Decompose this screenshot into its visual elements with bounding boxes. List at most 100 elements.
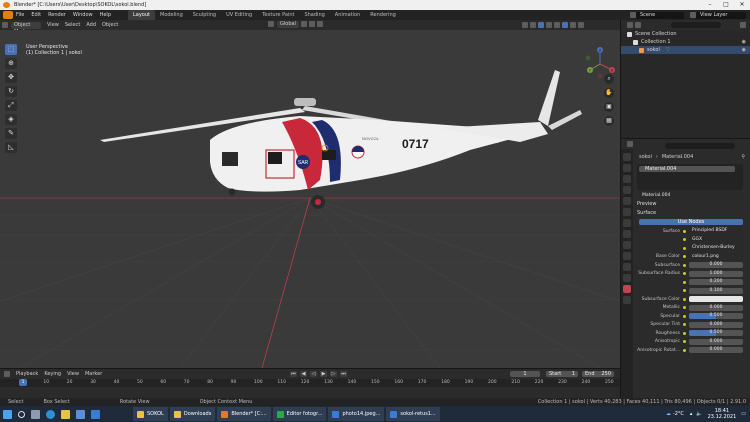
visibility-icon[interactable]: [522, 22, 528, 28]
notifications-icon[interactable]: ▭: [741, 411, 746, 417]
outliner-search[interactable]: [671, 22, 721, 28]
frame-ruler[interactable]: 1102030405060708090100110120130140150160…: [0, 379, 620, 387]
tab-sculpting[interactable]: Sculpting: [188, 10, 221, 20]
view-menu[interactable]: View: [47, 22, 59, 28]
visibility-eye-icon[interactable]: ◉: [742, 38, 746, 46]
tab-constraints-icon[interactable]: [623, 263, 631, 271]
taskbar-app[interactable]: SOKOL: [133, 407, 168, 421]
network-icon[interactable]: ▴: [690, 411, 693, 417]
tab-scene-icon[interactable]: [623, 197, 631, 205]
tab-tool-icon[interactable]: [623, 153, 631, 161]
start-frame-field[interactable]: Start 1: [546, 371, 578, 377]
weather-temp[interactable]: -2°C: [673, 411, 684, 417]
field-value[interactable]: colour1.png: [689, 253, 743, 260]
tab-modifier-icon[interactable]: [623, 230, 631, 238]
task-view-icon[interactable]: [31, 409, 40, 419]
menu-window[interactable]: Window: [73, 12, 93, 18]
socket-dot-icon[interactable]: [683, 314, 686, 318]
play-button[interactable]: ▶: [320, 371, 327, 377]
tab-modeling[interactable]: Modeling: [155, 10, 188, 20]
use-nodes-button[interactable]: Use Nodes: [639, 219, 743, 225]
socket-dot-icon[interactable]: [683, 340, 686, 344]
timeline-menu-view[interactable]: View: [67, 371, 79, 377]
field-value[interactable]: Christensen-Burley: [689, 245, 743, 252]
taskbar-app[interactable]: Blender* [C:...: [217, 407, 271, 421]
xray-icon[interactable]: [546, 22, 552, 28]
timeline-editor-type-icon[interactable]: [4, 371, 10, 377]
tab-output-icon[interactable]: [623, 175, 631, 183]
prev-keyframe-button[interactable]: ◀: [300, 371, 307, 377]
search-icon[interactable]: [18, 410, 25, 418]
socket-dot-icon[interactable]: [683, 238, 686, 242]
tab-layout[interactable]: Layout: [128, 10, 155, 20]
field-value[interactable]: 0.000: [689, 347, 743, 354]
socket-dot-icon[interactable]: [683, 331, 686, 335]
properties-editor-icon[interactable]: [627, 141, 633, 147]
outliner-collection-row[interactable]: Collection 1 ◉: [621, 38, 750, 46]
editor-type-icon[interactable]: [2, 22, 8, 28]
tab-particles-icon[interactable]: [623, 241, 631, 249]
next-keyframe-button[interactable]: ▷: [330, 371, 337, 377]
perspective-toggle-icon[interactable]: ▦: [604, 116, 614, 126]
minimize-button[interactable]: –: [702, 0, 718, 10]
pivot-icon[interactable]: [300, 21, 307, 27]
field-value[interactable]: 0.000: [689, 304, 743, 311]
surface-section[interactable]: Surface: [635, 209, 749, 218]
field-value[interactable]: 0.100: [689, 287, 743, 294]
menu-edit[interactable]: Edit: [31, 12, 41, 18]
taskbar-app[interactable]: Editor fotogr...: [272, 407, 327, 421]
outliner-scene-collection[interactable]: Scene Collection: [621, 30, 750, 38]
field-value[interactable]: 0.000: [689, 338, 743, 345]
close-button[interactable]: ✕: [734, 0, 750, 10]
scene-field[interactable]: Scene: [636, 11, 684, 19]
outliner-object-row[interactable]: sokol ▽ ◉: [621, 46, 750, 54]
taskbar-app[interactable]: Downloads: [169, 407, 216, 421]
edge-icon[interactable]: [46, 409, 55, 419]
jump-start-button[interactable]: ⏮: [290, 371, 297, 377]
shading-wireframe-icon[interactable]: [554, 22, 560, 28]
material-slot-item[interactable]: Material.004: [639, 165, 735, 172]
socket-dot-icon[interactable]: [683, 272, 686, 276]
visibility-eye-icon[interactable]: ◉: [742, 46, 746, 54]
socket-dot-icon[interactable]: [683, 263, 686, 267]
mail-icon[interactable]: [91, 409, 100, 419]
maximize-button[interactable]: □: [718, 0, 734, 10]
helicopter-model[interactable]: SAR 0717 NOVCOL: [0, 30, 620, 368]
windows-start-icon[interactable]: [3, 409, 12, 419]
outliner-editor-icon[interactable]: [627, 22, 633, 28]
select-menu[interactable]: Select: [65, 22, 80, 28]
shading-material-icon[interactable]: [570, 22, 576, 28]
field-value[interactable]: GGX: [689, 236, 743, 243]
cursor-tool[interactable]: ⊕: [5, 58, 17, 69]
taskbar-clock[interactable]: 18:41 23.12.2021: [708, 408, 737, 420]
mode-dropdown[interactable]: Object Mode: [11, 21, 41, 35]
field-value[interactable]: 0.500: [689, 330, 743, 337]
tab-render-icon[interactable]: [623, 164, 631, 172]
add-menu[interactable]: Add: [86, 22, 96, 28]
object-menu[interactable]: Object: [102, 22, 118, 28]
properties-search[interactable]: [665, 143, 735, 149]
menu-render[interactable]: Render: [48, 12, 66, 18]
tab-material-icon[interactable]: [623, 285, 631, 293]
tab-shading[interactable]: Shading: [299, 10, 329, 20]
volume-icon[interactable]: 🔈: [696, 411, 702, 417]
material-datablock-field[interactable]: Material.004: [639, 192, 743, 199]
measure-tool[interactable]: ◺: [5, 142, 17, 153]
store-icon[interactable]: [76, 409, 85, 419]
move-tool[interactable]: ✥: [5, 72, 17, 83]
end-frame-field[interactable]: End 250: [582, 371, 614, 377]
field-value[interactable]: 0.000: [689, 262, 743, 269]
view-layer-field[interactable]: View Layer: [696, 11, 746, 19]
tab-world-icon[interactable]: [623, 208, 631, 216]
blender-logo-icon[interactable]: [3, 11, 13, 19]
tab-object-icon[interactable]: [623, 219, 631, 227]
rotate-tool[interactable]: ↻: [5, 86, 17, 97]
annotate-tool[interactable]: ✎: [5, 128, 17, 139]
gizmo-toggle-icon[interactable]: [530, 22, 536, 28]
pin-icon[interactable]: ⚲: [741, 154, 745, 160]
menu-file[interactable]: File: [16, 12, 24, 18]
file-explorer-icon[interactable]: [61, 409, 70, 419]
field-value[interactable]: 0.500: [689, 313, 743, 320]
timeline-menu-keying[interactable]: Keying: [44, 371, 61, 377]
tab-animation[interactable]: Animation: [330, 10, 366, 20]
